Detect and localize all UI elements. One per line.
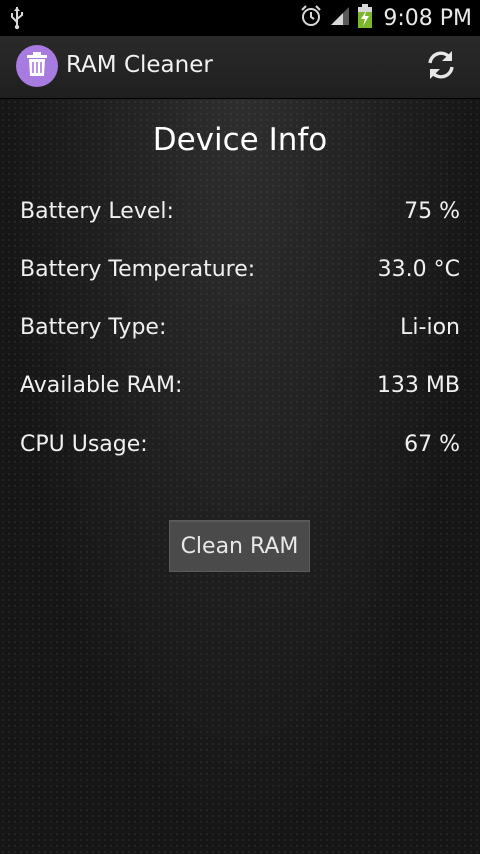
alarm-clock-icon <box>299 4 323 32</box>
cpu-usage-value: 67 % <box>404 432 460 457</box>
clean-ram-button[interactable]: Clean RAM <box>169 520 310 572</box>
available-ram-row: Available RAM: 133 MB <box>20 373 460 405</box>
trash-can-icon <box>26 51 48 81</box>
battery-type-label: Battery Type: <box>20 315 167 340</box>
status-bar: 9:08 PM <box>0 0 480 36</box>
cpu-usage-row: CPU Usage: 67 % <box>20 432 460 464</box>
signal-icon <box>329 5 351 31</box>
battery-temperature-value: 33.0 °C <box>377 257 460 282</box>
app-title: RAM Cleaner <box>66 52 213 78</box>
battery-charging-icon <box>357 3 373 33</box>
refresh-button[interactable] <box>422 48 460 86</box>
battery-type-row: Battery Type: Li-ion <box>20 315 460 347</box>
device-info-title: Device Info <box>152 122 328 158</box>
battery-type-value: Li-ion <box>400 315 460 340</box>
battery-level-value: 75 % <box>404 199 460 224</box>
battery-level-row: Battery Level: 75 % <box>20 199 460 231</box>
battery-temperature-row: Battery Temperature: 33.0 °C <box>20 257 460 289</box>
available-ram-label: Available RAM: <box>20 373 183 398</box>
app-icon[interactable] <box>16 45 58 87</box>
action-bar: RAM Cleaner <box>0 36 480 99</box>
content-area: Device Info Battery Level: 75 % Battery … <box>0 99 480 854</box>
usb-icon <box>10 6 24 34</box>
refresh-icon <box>424 48 458 86</box>
available-ram-value: 133 MB <box>376 373 460 398</box>
status-time: 9:08 PM <box>383 5 472 31</box>
battery-level-label: Battery Level: <box>20 199 174 224</box>
cpu-usage-label: CPU Usage: <box>20 432 148 457</box>
battery-temperature-label: Battery Temperature: <box>20 257 256 282</box>
